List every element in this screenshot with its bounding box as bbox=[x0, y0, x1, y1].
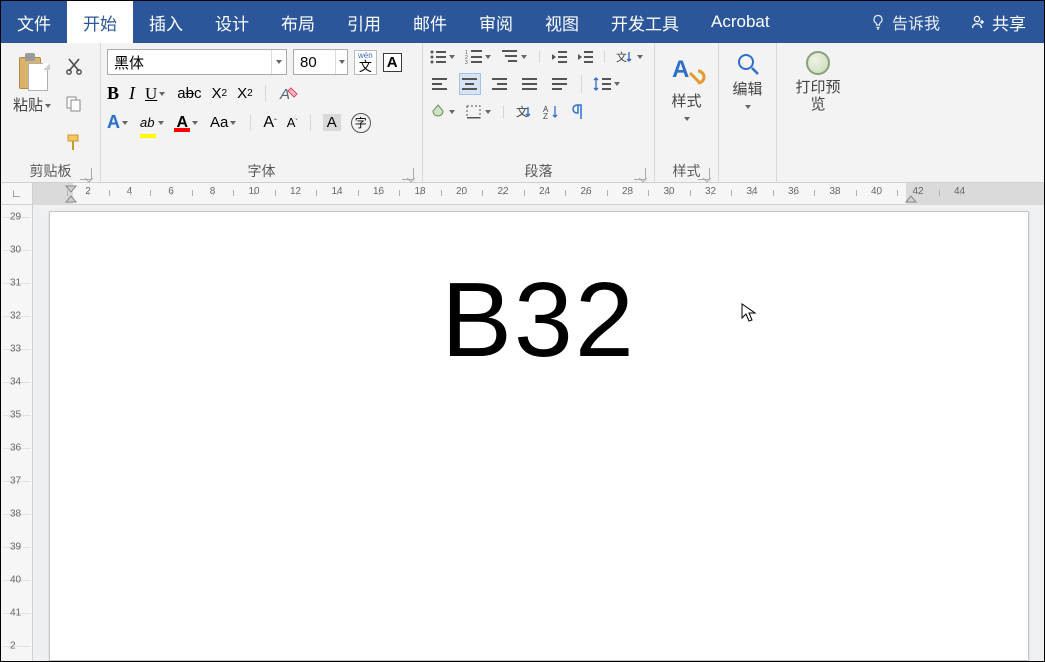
tab-view[interactable]: 视图 bbox=[529, 1, 595, 43]
character-shading-button[interactable]: A bbox=[323, 114, 341, 131]
increase-indent-button[interactable] bbox=[576, 49, 594, 65]
svg-text:文: 文 bbox=[516, 104, 528, 119]
text-effects-button[interactable]: A bbox=[107, 112, 130, 133]
align-right-button[interactable] bbox=[489, 73, 511, 95]
align-justify-button[interactable] bbox=[519, 73, 541, 95]
copy-button[interactable] bbox=[63, 93, 85, 115]
line-spacing-button[interactable] bbox=[592, 76, 622, 92]
document-area: ∟ 293031323334353637383940412 2468101214… bbox=[1, 183, 1044, 661]
tab-review[interactable]: 审阅 bbox=[463, 1, 529, 43]
align-center-button[interactable] bbox=[459, 73, 481, 95]
superscript-button[interactable]: X2 bbox=[237, 85, 253, 102]
paragraph-dialog-launcher[interactable] bbox=[634, 168, 646, 180]
person-share-icon bbox=[970, 14, 986, 30]
align-distributed-button[interactable] bbox=[549, 73, 571, 95]
font-size-combo[interactable] bbox=[293, 49, 348, 75]
print-preview-button[interactable]: 打印预览 bbox=[783, 47, 853, 160]
tab-references[interactable]: 引用 bbox=[331, 1, 397, 43]
font-name-input[interactable] bbox=[108, 54, 271, 71]
tab-insert[interactable]: 插入 bbox=[133, 1, 199, 43]
tab-mailings[interactable]: 邮件 bbox=[397, 1, 463, 43]
snap-to-grid-button[interactable]: 文 bbox=[514, 104, 534, 120]
shading-button[interactable] bbox=[429, 104, 457, 120]
tab-home[interactable]: 开始 bbox=[67, 1, 133, 43]
tab-file[interactable]: 文件 bbox=[1, 1, 67, 43]
numbering-button[interactable]: 123 bbox=[465, 49, 493, 65]
styles-group-label: 样式 bbox=[673, 161, 701, 181]
align-left-button[interactable] bbox=[429, 73, 451, 95]
tell-me-search[interactable]: 告诉我 bbox=[858, 1, 952, 43]
document-page[interactable]: B32 bbox=[49, 211, 1029, 661]
paste-button[interactable]: 粘贴 bbox=[7, 47, 59, 160]
font-size-input[interactable] bbox=[294, 54, 335, 71]
paragraph-group-label: 段落 bbox=[525, 161, 553, 181]
clipboard-icon bbox=[16, 51, 50, 93]
phonetic-guide-button[interactable]: wén 文 bbox=[354, 50, 377, 75]
horizontal-ruler[interactable]: 2468101214161820222426283032343638404244 bbox=[33, 183, 1044, 205]
circle-icon bbox=[806, 51, 830, 75]
sort-button[interactable]: AZ bbox=[542, 104, 560, 120]
format-painter-button[interactable] bbox=[63, 132, 85, 154]
svg-text:A: A bbox=[279, 86, 290, 103]
borders-button[interactable] bbox=[465, 104, 493, 120]
subscript-button[interactable]: X2 bbox=[211, 85, 227, 102]
tab-stop-selector[interactable]: ∟ bbox=[1, 183, 33, 205]
highlight-color-button[interactable]: ab bbox=[140, 114, 166, 132]
italic-button[interactable]: I bbox=[129, 83, 135, 104]
multilevel-list-button[interactable] bbox=[501, 49, 529, 65]
ribbon: 粘贴 剪贴板 bbox=[1, 43, 1044, 183]
bold-button[interactable]: B bbox=[107, 83, 119, 104]
styles-dialog-launcher[interactable] bbox=[698, 168, 710, 180]
tell-me-label: 告诉我 bbox=[892, 10, 940, 34]
editing-button[interactable]: 编辑 bbox=[725, 47, 770, 160]
font-color-button[interactable]: A bbox=[176, 114, 200, 132]
styles-button[interactable]: A 样式 bbox=[661, 47, 712, 160]
clipboard-dialog-launcher[interactable] bbox=[80, 168, 92, 180]
document-text[interactable]: B32 bbox=[441, 260, 636, 381]
clear-formatting-button[interactable]: A bbox=[278, 84, 300, 104]
shrink-font-button[interactable]: Aˇ bbox=[287, 115, 298, 130]
search-icon bbox=[735, 51, 761, 77]
svg-text:文: 文 bbox=[616, 50, 627, 64]
enclose-characters-button[interactable]: 字 bbox=[351, 113, 371, 133]
font-name-combo[interactable] bbox=[107, 49, 287, 75]
clipboard-group-label: 剪贴板 bbox=[30, 161, 72, 181]
bullets-button[interactable] bbox=[429, 49, 457, 65]
tab-developer[interactable]: 开发工具 bbox=[595, 1, 695, 43]
ribbon-tabs: 文件 开始 插入 设计 布局 引用 邮件 审阅 视图 开发工具 Acrobat … bbox=[1, 1, 1044, 43]
change-case-button[interactable]: Aa bbox=[210, 114, 238, 131]
font-group-label: 字体 bbox=[248, 161, 276, 181]
font-name-dropdown[interactable] bbox=[271, 50, 286, 74]
vertical-ruler[interactable]: 293031323334353637383940412 bbox=[1, 205, 33, 661]
share-label: 共享 bbox=[992, 10, 1026, 35]
share-button[interactable]: 共享 bbox=[952, 1, 1044, 43]
decrease-indent-button[interactable] bbox=[550, 49, 568, 65]
tab-layout[interactable]: 布局 bbox=[265, 1, 331, 43]
svg-text:A: A bbox=[672, 56, 689, 83]
underline-button[interactable]: U bbox=[145, 84, 167, 104]
grow-font-button[interactable]: Aˆ bbox=[263, 114, 276, 132]
cut-button[interactable] bbox=[63, 55, 85, 77]
text-direction-button[interactable]: 文 bbox=[615, 49, 645, 65]
strikethrough-button[interactable]: abc bbox=[177, 85, 201, 102]
tab-design[interactable]: 设计 bbox=[199, 1, 265, 43]
character-border-button[interactable]: A bbox=[383, 53, 402, 72]
font-dialog-launcher[interactable] bbox=[402, 168, 414, 180]
font-size-dropdown[interactable] bbox=[335, 50, 347, 74]
svg-text:Z: Z bbox=[543, 112, 548, 120]
chevron-down-icon bbox=[45, 102, 53, 110]
svg-text:3: 3 bbox=[465, 60, 468, 65]
styles-icon: A bbox=[668, 51, 706, 89]
tab-acrobat[interactable]: Acrobat bbox=[695, 1, 786, 43]
show-paragraph-marks-button[interactable] bbox=[568, 103, 584, 121]
lightbulb-icon bbox=[870, 14, 886, 30]
